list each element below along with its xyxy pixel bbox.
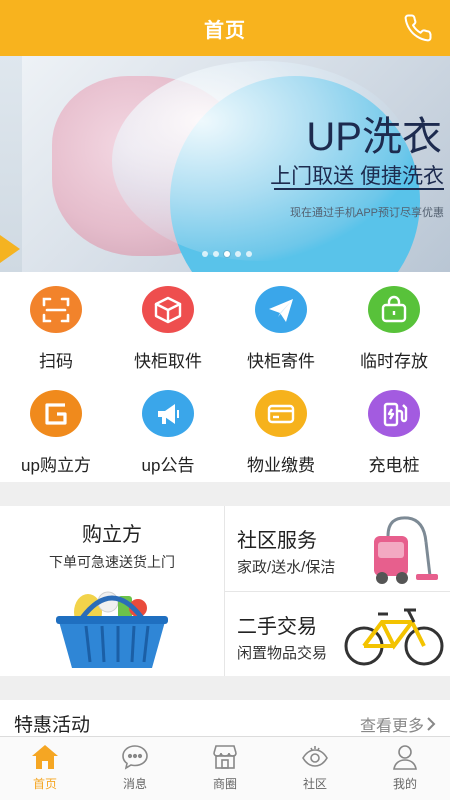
service-label: 快柜寄件: [247, 352, 315, 371]
scan-icon: [30, 286, 82, 333]
tab-messages[interactable]: 消息: [90, 737, 180, 800]
promo-title: 社区服务: [237, 530, 317, 552]
charger-icon: [368, 390, 420, 437]
service-label: 充电桩: [368, 456, 420, 475]
chevron-right-icon: [427, 717, 436, 731]
bottom-tab-bar: 首页 消息 商圈 社区 我的: [0, 736, 450, 800]
service-property-fee[interactable]: 物业缴费: [225, 376, 337, 476]
user-icon: [393, 745, 417, 770]
carousel-dot[interactable]: [246, 251, 252, 257]
tab-home[interactable]: 首页: [0, 737, 90, 800]
phone-icon: [404, 14, 432, 42]
message-icon: [122, 745, 148, 770]
promo-subtitle: 闲置物品交易: [237, 645, 328, 662]
tab-label: 消息: [122, 777, 147, 791]
promo-community-service[interactable]: 社区服务 家政/送水/保洁: [225, 506, 450, 591]
carousel-dot[interactable]: [213, 251, 219, 257]
storage-icon: [368, 286, 420, 333]
vacuum-cleaner-icon: [374, 516, 438, 584]
service-up-shop[interactable]: up购立方: [0, 376, 112, 476]
top-header: 首页: [0, 0, 450, 56]
service-label: 扫码: [39, 352, 73, 371]
tab-community[interactable]: 社区: [270, 737, 360, 800]
banner-note: 现在通过手机APP预订尽享优惠: [289, 207, 444, 219]
promo-section: 购立方 下单可急速送货上门 社区服务 家政/送水/保洁 二手交易 闲置物品交易: [0, 506, 450, 676]
carousel-dot[interactable]: [202, 251, 208, 257]
tab-label: 首页: [32, 777, 57, 791]
promo-subtitle: 下单可急速送货上门: [49, 554, 175, 570]
service-label: up公告: [141, 456, 195, 475]
send-icon: [255, 286, 307, 333]
carousel-dot[interactable]: [235, 251, 241, 257]
banner-arrow-icon: [0, 235, 20, 263]
tab-mine[interactable]: 我的: [360, 737, 450, 800]
promo-title: 购立方: [82, 524, 142, 546]
tab-label: 商圈: [212, 777, 237, 791]
carousel-dot-active[interactable]: [224, 251, 230, 257]
shopping-basket-icon: [56, 591, 168, 668]
view-more-link[interactable]: 查看更多: [360, 712, 436, 736]
service-label: 临时存放: [360, 352, 428, 371]
promo-subtitle: 家政/送水/保洁: [237, 559, 336, 576]
tab-business[interactable]: 商圈: [180, 737, 270, 800]
store-icon: [213, 745, 237, 769]
tab-label: 社区: [302, 777, 327, 791]
service-temp-storage[interactable]: 临时存放: [338, 272, 450, 372]
banner-title: UP洗衣: [306, 115, 442, 159]
service-locker-pickup[interactable]: 快柜取件: [112, 272, 224, 372]
megaphone-icon: [142, 390, 194, 437]
service-label: up购立方: [21, 456, 91, 475]
carousel-indicator: [202, 251, 252, 257]
service-locker-send[interactable]: 快柜寄件: [225, 272, 337, 372]
eye-icon: [302, 746, 328, 767]
home-icon: [32, 745, 58, 769]
banner-divider: [274, 188, 444, 190]
page-title: 首页: [204, 19, 246, 42]
special-offers-header: 特惠活动 查看更多: [0, 700, 450, 740]
service-label: 快柜取件: [134, 352, 202, 371]
service-up-notice[interactable]: up公告: [112, 376, 224, 476]
banner-carousel[interactable]: UP洗衣 上门取送 便捷洗衣 现在通过手机APP预订尽享优惠: [0, 56, 450, 272]
bicycle-icon: [344, 608, 444, 666]
section-title: 特惠活动: [14, 715, 91, 736]
tab-label: 我的: [392, 777, 417, 791]
service-scan[interactable]: 扫码: [0, 272, 112, 372]
promo-second-hand[interactable]: 二手交易 闲置物品交易: [225, 592, 450, 677]
promo-buy-cube[interactable]: 购立方 下单可急速送货上门: [0, 506, 224, 676]
view-more-label: 查看更多: [359, 718, 424, 735]
service-charging[interactable]: 充电桩: [338, 376, 450, 476]
card-icon: [255, 390, 307, 437]
promo-title: 二手交易: [237, 616, 317, 638]
service-grid: 扫码 快柜取件 快柜寄件 临时存放 up购立方 up公告 物业缴费 充电桩: [0, 272, 450, 482]
service-label: 物业缴费: [247, 456, 315, 475]
shop-g-icon: [30, 390, 82, 437]
phone-button[interactable]: [400, 10, 436, 46]
banner-subtitle: 上门取送 便捷洗衣: [270, 165, 444, 188]
box-icon: [142, 286, 194, 333]
